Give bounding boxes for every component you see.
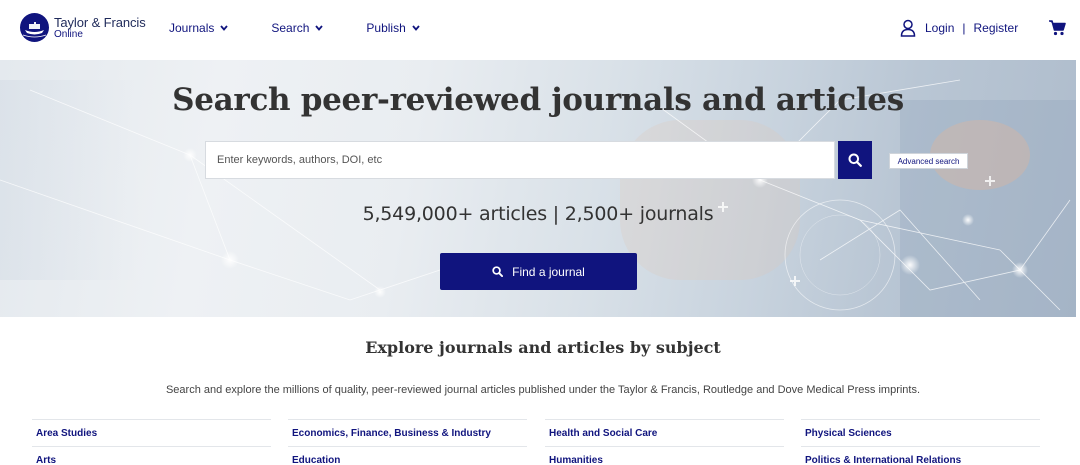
nav-journals[interactable]: Journals xyxy=(169,21,229,35)
site-header: Taylor & Francis Online Journals Search … xyxy=(0,0,1080,60)
search-button[interactable] xyxy=(838,141,872,179)
nav-journals-label: Journals xyxy=(169,21,215,35)
nav-search[interactable]: Search xyxy=(271,21,324,35)
subject-link-physical-sciences[interactable]: Physical Sciences xyxy=(801,419,1040,446)
account-links: Login | Register xyxy=(900,19,1018,37)
logo-link[interactable]: Taylor & Francis Online xyxy=(20,13,146,42)
hero-banner: Search peer-reviewed journals and articl… xyxy=(0,60,1080,317)
explore-title: Explore journals and articles by subject xyxy=(365,338,721,357)
find-journal-label: Find a journal xyxy=(512,264,585,279)
logo-sub-text: Online xyxy=(54,28,83,40)
search-input[interactable] xyxy=(205,141,835,179)
user-icon xyxy=(900,19,916,37)
subject-link-education[interactable]: Education xyxy=(288,446,527,465)
login-link[interactable]: Login xyxy=(925,21,954,35)
page-edge xyxy=(1076,60,1080,465)
subject-link-area-studies[interactable]: Area Studies xyxy=(32,419,271,446)
subject-link-arts[interactable]: Arts xyxy=(32,446,271,465)
subject-column: Area Studies Arts xyxy=(32,419,271,465)
hero-stats: 5,549,000+ articles | 2,500+ journals xyxy=(362,203,714,225)
subject-link-economics[interactable]: Economics, Finance, Business & Industry xyxy=(288,419,527,446)
subject-column: Health and Social Care Humanities xyxy=(545,419,784,465)
explore-description: Search and explore the millions of quali… xyxy=(165,384,921,396)
find-journal-button[interactable]: Find a journal xyxy=(440,253,637,290)
search-icon xyxy=(492,266,504,277)
nav-publish[interactable]: Publish xyxy=(366,21,420,35)
chevron-down-icon xyxy=(220,25,229,31)
subject-list: Area Studies Arts Economics, Finance, Bu… xyxy=(32,419,1047,465)
taylor-francis-logo-icon xyxy=(20,13,49,42)
register-link[interactable]: Register xyxy=(974,21,1019,35)
subject-link-humanities[interactable]: Humanities xyxy=(545,446,784,465)
advanced-search-button[interactable]: Advanced search xyxy=(889,153,968,169)
subject-link-politics[interactable]: Politics & International Relations xyxy=(801,446,1040,465)
chevron-down-icon xyxy=(315,25,324,31)
logo-brand-text: Taylor & Francis xyxy=(54,14,146,30)
search-icon xyxy=(848,153,862,167)
subject-link-health[interactable]: Health and Social Care xyxy=(545,419,784,446)
hero-title: Search peer-reviewed journals and articl… xyxy=(172,82,904,118)
nav-search-label: Search xyxy=(271,21,310,35)
chevron-down-icon xyxy=(412,25,420,31)
cart-icon[interactable] xyxy=(1049,20,1066,36)
main-nav: Journals Search Publish xyxy=(169,21,463,35)
subject-column: Economics, Finance, Business & Industry … xyxy=(288,419,527,465)
account-separator: | xyxy=(962,21,966,35)
subject-column: Physical Sciences Politics & Internation… xyxy=(801,419,1040,465)
nav-publish-label: Publish xyxy=(366,21,406,35)
